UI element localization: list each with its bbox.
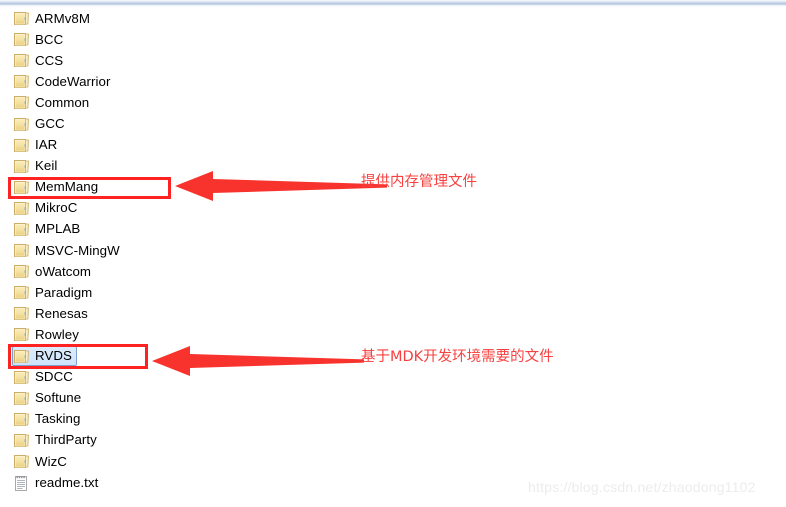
- file-list-row[interactable]: BCC: [0, 29, 786, 50]
- file-list-item-label: Keil: [35, 158, 58, 174]
- file-list-item-mikroc[interactable]: MikroC: [12, 198, 82, 218]
- file-list-item-softune[interactable]: Softune: [12, 388, 86, 408]
- folder-icon: [13, 138, 30, 153]
- file-list-item-label: Softune: [35, 390, 82, 406]
- folder-icon: [13, 306, 30, 321]
- file-list-row[interactable]: Softune: [0, 388, 786, 409]
- file-list-item-label: ARMv8M: [35, 10, 90, 26]
- file-list-item-label: Renesas: [35, 305, 88, 321]
- file-list-row[interactable]: Rowley: [0, 324, 786, 345]
- folder-icon: [13, 433, 30, 448]
- file-list-item-codewarrior[interactable]: CodeWarrior: [12, 72, 115, 92]
- folder-icon: [13, 412, 30, 427]
- file-list-row[interactable]: MikroC: [0, 198, 786, 219]
- file-list-row[interactable]: CodeWarrior: [0, 71, 786, 92]
- folder-icon: [13, 201, 30, 216]
- file-list-item-label: MSVC-MingW: [35, 242, 120, 258]
- window-chrome-edge: [0, 0, 786, 7]
- file-list-row[interactable]: IAR: [0, 135, 786, 156]
- file-list-row[interactable]: SDCC: [0, 367, 786, 388]
- folder-icon: [13, 370, 30, 385]
- folder-icon: [13, 391, 30, 406]
- folder-icon: [13, 95, 30, 110]
- file-list-item-label: Common: [35, 94, 90, 110]
- folder-icon: [13, 243, 30, 258]
- file-list-item-sdcc[interactable]: SDCC: [12, 367, 78, 387]
- folder-icon: [13, 74, 30, 89]
- file-list-row[interactable]: WizC: [0, 451, 786, 472]
- file-list-row[interactable]: ThirdParty: [0, 430, 786, 451]
- file-list-item-label: GCC: [35, 116, 65, 132]
- text-file-icon: [13, 475, 30, 492]
- file-list-item-rowley[interactable]: Rowley: [12, 325, 84, 345]
- folder-icon: [13, 222, 30, 237]
- file-list-item-mplab[interactable]: MPLAB: [12, 219, 85, 239]
- file-list-item-bcc[interactable]: BCC: [12, 30, 68, 50]
- file-list-item-rvds[interactable]: RVDS: [12, 346, 77, 367]
- file-list-row[interactable]: MPLAB: [0, 219, 786, 240]
- file-list-item-label: MemMang: [35, 179, 99, 195]
- file-list-item-label: Paradigm: [35, 284, 93, 300]
- folder-icon: [13, 11, 30, 26]
- file-list-item-iar[interactable]: IAR: [12, 135, 62, 155]
- file-list-item-label: readme.txt: [35, 474, 99, 490]
- watermark: https://blog.csdn.net/zhaodong1102: [528, 479, 756, 495]
- file-list-item-label: IAR: [35, 137, 58, 153]
- file-list-row[interactable]: ARMv8M: [0, 8, 786, 29]
- folder-icon: [13, 454, 30, 469]
- file-list-item-label: ThirdParty: [35, 432, 97, 448]
- folder-icon: [13, 264, 30, 279]
- file-list-item-label: WizC: [35, 453, 67, 469]
- file-list-item-ccs[interactable]: CCS: [12, 51, 68, 71]
- file-list-item-readme-txt[interactable]: readme.txt: [12, 473, 103, 493]
- file-list-item-msvc-mingw[interactable]: MSVC-MingW: [12, 241, 125, 261]
- folder-icon: [13, 32, 30, 47]
- file-list-item-tasking[interactable]: Tasking: [12, 409, 85, 429]
- file-list-item-label: BCC: [35, 31, 64, 47]
- file-list-row[interactable]: oWatcom: [0, 261, 786, 282]
- file-list-item-wizc[interactable]: WizC: [12, 452, 72, 472]
- folder-icon: [13, 349, 30, 364]
- folder-icon: [13, 159, 30, 174]
- file-list-item-gcc[interactable]: GCC: [12, 114, 70, 134]
- file-list-item-label: oWatcom: [35, 263, 92, 279]
- file-list-item-label: Rowley: [35, 326, 79, 342]
- file-list-row[interactable]: CCS: [0, 50, 786, 71]
- file-list-item-label: Tasking: [35, 411, 81, 427]
- folder-icon: [13, 285, 30, 300]
- file-list-item-thirdparty[interactable]: ThirdParty: [12, 430, 102, 450]
- file-list-row[interactable]: Renesas: [0, 303, 786, 324]
- file-list-item-common[interactable]: Common: [12, 93, 94, 113]
- file-list-item-renesas[interactable]: Renesas: [12, 304, 93, 324]
- file-list-row[interactable]: Tasking: [0, 409, 786, 430]
- file-list-row[interactable]: Paradigm: [0, 282, 786, 303]
- file-list-item-paradigm[interactable]: Paradigm: [12, 283, 97, 303]
- folder-icon: [13, 117, 30, 132]
- file-list-item-label: CCS: [35, 52, 64, 68]
- file-list-item-label: MikroC: [35, 200, 78, 216]
- file-list-row[interactable]: Common: [0, 92, 786, 113]
- file-list-item-memmang[interactable]: MemMang: [12, 177, 103, 197]
- file-list-item-keil[interactable]: Keil: [12, 156, 62, 176]
- file-list-row[interactable]: MSVC-MingW: [0, 240, 786, 261]
- annotation-label-memmang: 提供内存管理文件: [361, 174, 477, 190]
- annotation-label-rvds: 基于MDK开发环境需要的文件: [361, 349, 554, 365]
- file-list-item-label: SDCC: [35, 369, 73, 385]
- file-list[interactable]: ARMv8M BCC CCS CodeWarrior Common GCC IAR Keil M…: [0, 8, 786, 493]
- folder-icon: [13, 53, 30, 68]
- file-list-item-owatcom[interactable]: oWatcom: [12, 262, 96, 282]
- file-list-item-armv8m[interactable]: ARMv8M: [12, 9, 95, 29]
- file-list-row[interactable]: GCC: [0, 113, 786, 134]
- folder-icon: [13, 327, 30, 342]
- file-list-item-label: CodeWarrior: [35, 73, 111, 89]
- file-list-item-label: MPLAB: [35, 221, 81, 237]
- folder-icon: [13, 180, 30, 195]
- file-list-item-label: RVDS: [35, 348, 72, 364]
